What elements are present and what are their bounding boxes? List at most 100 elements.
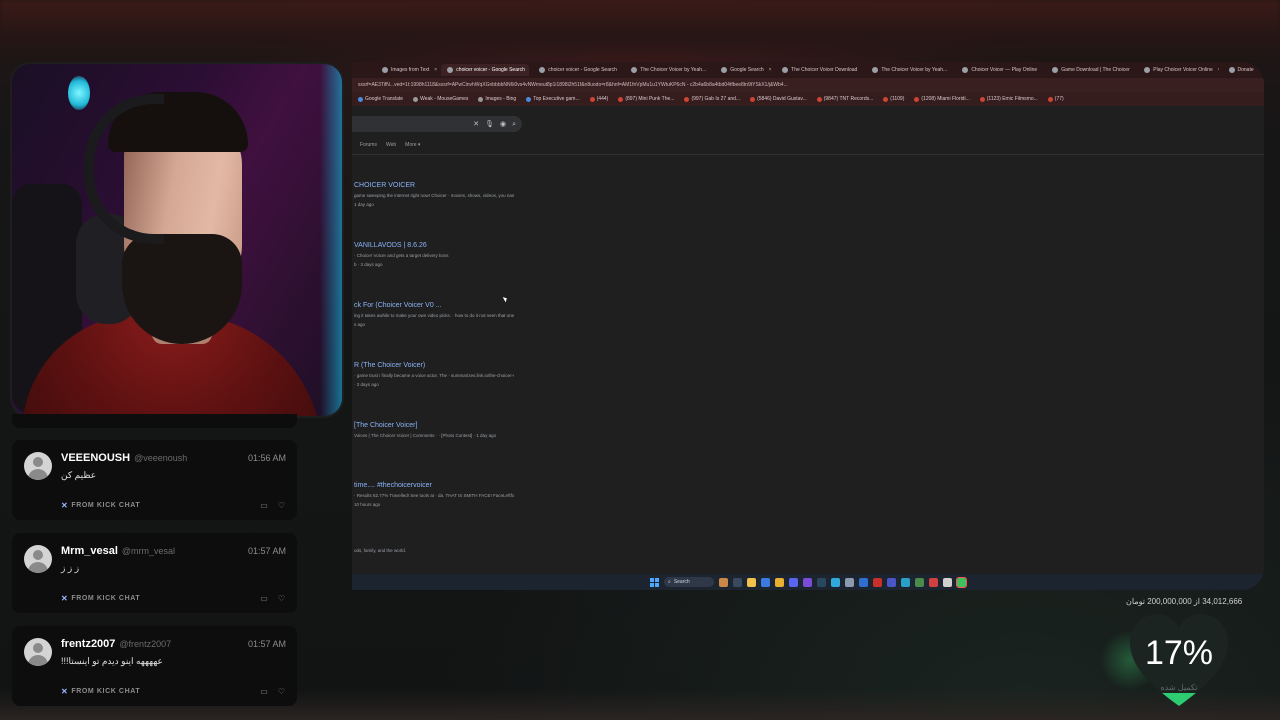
chat-handle: @frentz2007 bbox=[119, 639, 172, 649]
reply-icon[interactable]: ▭ bbox=[260, 594, 268, 603]
widget-icon[interactable] bbox=[719, 577, 728, 587]
browser-tab[interactable]: choicer voicer - Google Search× bbox=[533, 64, 621, 76]
reply-icon[interactable]: ▭ bbox=[260, 501, 268, 510]
favicon-icon bbox=[721, 67, 728, 73]
bookmark-item[interactable]: (897) Mini Punk The... bbox=[618, 96, 674, 102]
filter-forums[interactable]: Forums bbox=[360, 142, 377, 148]
result-title[interactable]: ck For (Choicer Voicer V0 ... bbox=[354, 302, 514, 309]
browser-tab[interactable]: The Choicer Voicer by Yeah...× bbox=[625, 64, 711, 76]
avatar bbox=[24, 545, 52, 573]
result-title[interactable]: [The Choicer Voicer] bbox=[354, 422, 514, 429]
bookmark-item[interactable]: Weak - MouseGames bbox=[413, 96, 468, 102]
result-title[interactable]: CHOICER VOICER bbox=[354, 182, 514, 189]
favicon-icon bbox=[1144, 67, 1151, 73]
bookmark-item[interactable]: (444) bbox=[589, 96, 608, 102]
search-result[interactable]: VANILLAVODS | 8.6.26 · Choicer Voicer an… bbox=[354, 242, 514, 267]
bookmark-label: (9847) TNT Records... bbox=[823, 96, 874, 102]
bookmark-item[interactable]: (1208) Miami Floridi... bbox=[914, 96, 970, 102]
obs-icon[interactable] bbox=[873, 577, 882, 587]
app-icon[interactable] bbox=[887, 577, 896, 587]
task-view-icon[interactable] bbox=[733, 577, 742, 587]
filter-web[interactable]: Web bbox=[386, 142, 396, 148]
folder-icon[interactable] bbox=[761, 577, 770, 587]
heart-icon[interactable]: ♡ bbox=[278, 501, 285, 510]
mic-icon[interactable]: 🎙 bbox=[485, 121, 494, 128]
bookmark-item[interactable]: (1109) bbox=[883, 96, 904, 102]
browser-tab[interactable]: The Choicer Voicer Download× bbox=[776, 64, 862, 76]
clear-icon[interactable]: ✕ bbox=[473, 121, 479, 128]
chrome-icon[interactable] bbox=[775, 577, 784, 587]
bookmark-item[interactable]: (1123) Emic Filmsmo... bbox=[979, 96, 1038, 102]
close-tab-icon[interactable]: × bbox=[769, 67, 772, 73]
active-app-icon[interactable] bbox=[956, 576, 967, 588]
cyan-light bbox=[68, 76, 90, 110]
result-title[interactable]: time.... #thechoicervoicer bbox=[354, 482, 514, 489]
browser-tab[interactable]: Choicer Voicer — Play Online× bbox=[956, 64, 1042, 76]
browser-tab[interactable]: Google Search × bbox=[715, 64, 772, 76]
app-icon[interactable] bbox=[901, 577, 910, 587]
result-snippet: · Results 62.77% Travelled! See tools at… bbox=[354, 493, 514, 498]
search-result[interactable]: [The Choicer Voicer] Voices | The Choice… bbox=[354, 422, 514, 442]
divider bbox=[352, 154, 1264, 155]
reply-icon[interactable]: ▭ bbox=[260, 687, 268, 696]
edge-icon[interactable] bbox=[831, 577, 840, 587]
browser-tab[interactable]: The Choicer Voicer by Yeah...× bbox=[866, 64, 952, 76]
tab-label: Google Search bbox=[730, 67, 764, 73]
result-snippet: game sweeping the internet right now! Ch… bbox=[354, 193, 514, 198]
search-box[interactable]: ✕ 🎙 ◉ ⌕ bbox=[352, 116, 522, 132]
lens-icon[interactable]: ◉ bbox=[500, 121, 506, 128]
browser-tab[interactable]: Game Download | The Choicer× bbox=[1046, 64, 1134, 76]
result-title[interactable]: R (The Choicer Voicer) bbox=[354, 362, 514, 369]
bookmark-item[interactable]: (77) bbox=[1047, 96, 1064, 102]
settings-icon[interactable] bbox=[845, 577, 854, 587]
bookmark-item[interactable]: Google Translate bbox=[358, 96, 403, 102]
close-tab-icon[interactable]: × bbox=[434, 67, 437, 73]
bookmark-label: (77) bbox=[1054, 96, 1064, 102]
bookmark-icon bbox=[526, 96, 532, 102]
steam-icon[interactable] bbox=[817, 577, 826, 587]
filter-more[interactable]: More ▾ bbox=[405, 142, 420, 148]
bookmark-label: (1109) bbox=[890, 96, 905, 102]
windows-taskbar: ⌕ Search bbox=[352, 574, 1264, 590]
bookmark-item[interactable]: (997) Gab Is 27 and... bbox=[684, 96, 740, 102]
favicon-icon bbox=[539, 67, 546, 73]
bookmark-item[interactable]: Top Executive gam... bbox=[526, 96, 580, 102]
heart-icon[interactable]: ♡ bbox=[278, 687, 285, 696]
close-tab-icon[interactable]: × bbox=[1259, 67, 1262, 73]
search-result[interactable]: ck For (Choicer Voicer V0 ... ing it tak… bbox=[354, 302, 514, 327]
store-icon[interactable] bbox=[859, 577, 868, 587]
search-result[interactable]: CHOICER VOICER game sweeping the interne… bbox=[354, 182, 514, 207]
browser-tab[interactable]: Donate × bbox=[1223, 64, 1265, 76]
taskbar-search[interactable]: ⌕ Search bbox=[664, 577, 714, 587]
browser-tab[interactable]: Play Choicer Voicer Online × bbox=[1138, 64, 1219, 76]
search-icon[interactable]: ⌕ bbox=[512, 121, 516, 128]
search-result[interactable]: R (The Choicer Voicer) · game trust i fi… bbox=[354, 362, 514, 387]
file-explorer-icon[interactable] bbox=[747, 577, 756, 587]
bookmark-label: Images - Bing bbox=[485, 96, 517, 102]
discord-icon[interactable] bbox=[789, 577, 798, 587]
heart-icon[interactable]: ♡ bbox=[278, 594, 285, 603]
app-icon[interactable] bbox=[803, 577, 812, 587]
bookmark-icon bbox=[478, 96, 484, 102]
close-tab-icon[interactable]: × bbox=[1218, 67, 1219, 73]
browser-tab[interactable]: Images from Text × bbox=[376, 64, 437, 76]
kick-icon: ✕ bbox=[61, 594, 69, 603]
app-icon[interactable] bbox=[915, 577, 924, 587]
result-snippet: · Choicer Voicer and gets a target deliv… bbox=[354, 253, 449, 258]
chat-message: frentz2007 @frentz2007 01:57 AM عههههه ای… bbox=[12, 626, 297, 706]
app-icon[interactable] bbox=[943, 577, 952, 587]
result-title[interactable]: VANILLAVODS | 8.6.26 bbox=[354, 242, 514, 249]
start-menu-icon[interactable] bbox=[650, 577, 659, 587]
browser-tab[interactable]: choicer voicer - Google Search× bbox=[441, 64, 530, 76]
search-result[interactable]: time.... #thechoicervoicer · Results 62.… bbox=[354, 482, 514, 507]
address-bar[interactable]: sxsrf=AE3TifN...ved=1t:1998h1118&sxsrf=A… bbox=[352, 78, 1264, 92]
bookmark-item[interactable]: (5846) David Gustav... bbox=[750, 96, 807, 102]
app-icon[interactable] bbox=[929, 577, 938, 587]
heart-fill bbox=[1130, 693, 1228, 706]
chat-time: 01:57 AM bbox=[247, 639, 286, 649]
bookmark-item[interactable]: Images - Bing bbox=[478, 96, 516, 102]
bookmark-label: (897) Mini Punk The... bbox=[625, 96, 675, 102]
bookmark-item[interactable]: (9847) TNT Records... bbox=[816, 96, 874, 102]
bookmark-icon bbox=[914, 96, 920, 102]
chat-handle: @mrm_vesal bbox=[121, 546, 176, 556]
